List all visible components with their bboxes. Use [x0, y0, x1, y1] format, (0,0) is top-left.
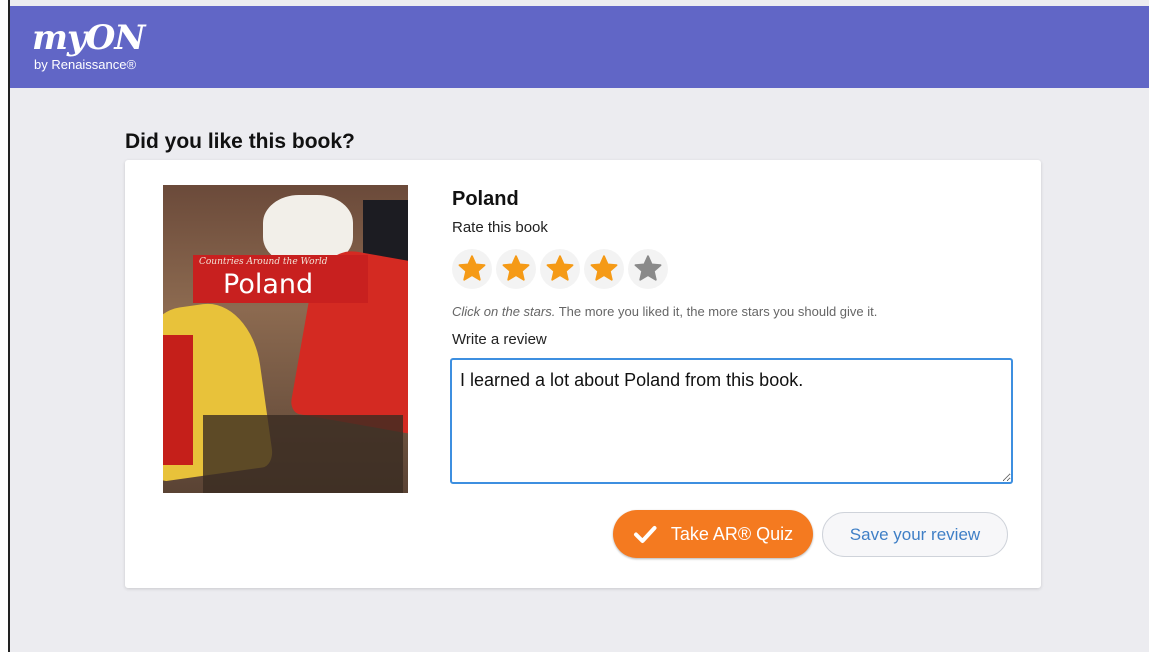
star-2-icon[interactable]	[496, 249, 536, 289]
star-5-icon[interactable]	[628, 249, 668, 289]
app-frame: myON by Renaissance® Did you like this b…	[8, 0, 1149, 652]
cover-art-legs	[203, 415, 403, 493]
star-shape	[458, 255, 486, 281]
star-shape	[502, 255, 530, 281]
book-cover: Countries Around the World Poland	[163, 185, 408, 493]
star-4-icon[interactable]	[584, 249, 624, 289]
logo-text: myON	[32, 18, 145, 58]
star-rating	[452, 249, 668, 289]
save-review-button[interactable]: Save your review	[822, 512, 1008, 557]
star-shape	[634, 255, 662, 281]
take-quiz-button[interactable]: Take AR® Quiz	[613, 510, 813, 558]
hint-emphasis: Click on the stars.	[452, 304, 556, 319]
review-textarea[interactable]	[450, 358, 1013, 484]
page-title: Did you like this book?	[125, 130, 355, 153]
star-shape	[546, 255, 574, 281]
top-bar: myON by Renaissance®	[10, 6, 1149, 88]
cover-title-text: Poland	[223, 269, 314, 300]
hint-text: The more you liked it, the more stars yo…	[558, 304, 878, 319]
review-card: Countries Around the World Poland Poland…	[125, 160, 1041, 588]
cover-art-skirt-left	[163, 335, 193, 465]
take-quiz-label: Take AR® Quiz	[670, 523, 794, 544]
rating-hint: Click on the stars. The more you liked i…	[452, 304, 877, 319]
review-label: Write a review	[452, 331, 547, 348]
rate-label: Rate this book	[452, 219, 548, 236]
star-3-icon[interactable]	[540, 249, 580, 289]
myon-logo[interactable]: myON by Renaissance®	[32, 18, 145, 72]
check-icon	[633, 526, 657, 543]
book-title: Poland	[452, 188, 519, 210]
star-1-icon[interactable]	[452, 249, 492, 289]
cover-series-text: Countries Around the World	[199, 257, 328, 267]
star-shape	[590, 255, 618, 281]
logo-subtitle: by Renaissance®	[34, 57, 137, 72]
